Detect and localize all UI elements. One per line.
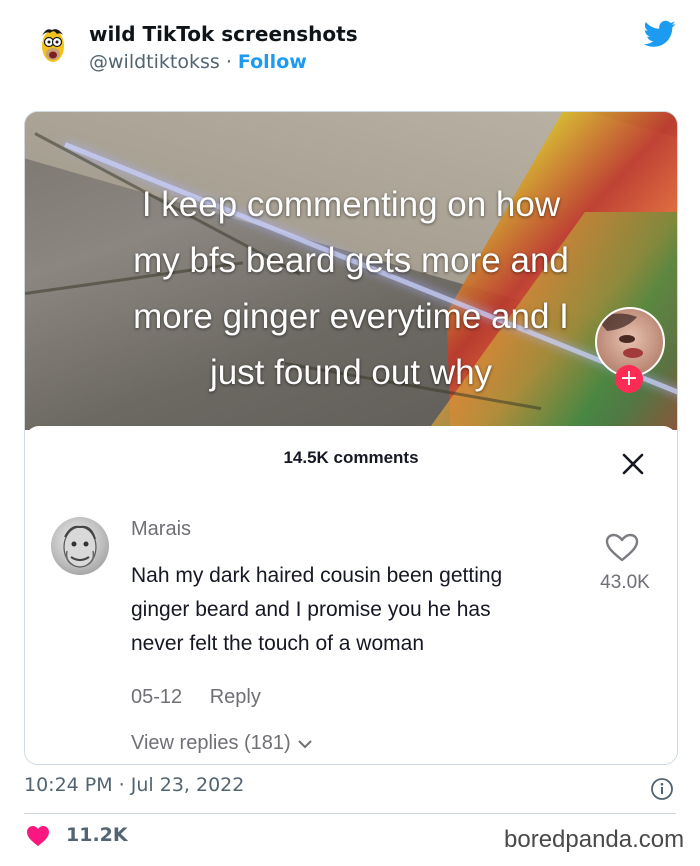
comment-line: never felt the touch of a woman: [131, 632, 425, 655]
author-name[interactable]: wild TikTok screenshots: [89, 22, 358, 46]
caption-line: my bfs beard gets more and: [133, 241, 569, 280]
follow-button[interactable]: Follow: [238, 51, 307, 73]
comment-line: ginger beard and I promise you he has: [131, 598, 491, 621]
commenter-avatar[interactable]: [51, 517, 109, 575]
view-replies-button[interactable]: View replies (181): [131, 732, 314, 755]
author-avatar[interactable]: [30, 24, 74, 68]
tiktok-screenshot-image[interactable]: I keep commenting on how my bfs beard ge…: [24, 111, 678, 765]
info-icon[interactable]: [650, 777, 674, 801]
like-heart-icon[interactable]: [26, 825, 50, 847]
comment-like-heart-icon[interactable]: [605, 533, 639, 563]
follow-plus-icon[interactable]: +: [615, 365, 643, 393]
tweet-card: wild TikTok screenshots @wildtiktokss · …: [0, 0, 700, 866]
tweet-timestamp[interactable]: 10:24 PM · Jul 23, 2022: [24, 774, 244, 796]
comment-like-count: 43.0K: [600, 572, 650, 593]
comment-text: Nah my dark haired cousin been getting g…: [131, 559, 571, 661]
caption-line: more ginger everytime and I: [133, 297, 569, 336]
view-replies-label: View replies (181): [131, 732, 291, 754]
twitter-bird-icon[interactable]: [643, 20, 676, 48]
video-background: I keep commenting on how my bfs beard ge…: [25, 112, 677, 430]
like-count[interactable]: 11.2K: [66, 824, 128, 846]
comments-panel: 14.5K comments Marais Nah my dark haired…: [25, 426, 677, 764]
caption-line: I keep commenting on how: [141, 185, 561, 224]
comment-date: 05-12: [131, 686, 183, 708]
footer-divider: [24, 813, 676, 814]
comments-count: 14.5K comments: [283, 448, 419, 467]
separator-dot: ·: [225, 51, 232, 73]
caption-line: just found out why: [209, 353, 493, 392]
author-handle-row: @wildtiktokss · Follow: [89, 51, 307, 73]
commenter-name[interactable]: Marais: [131, 518, 191, 541]
close-icon[interactable]: [619, 450, 647, 478]
author-handle[interactable]: @wildtiktokss: [89, 51, 220, 73]
comment-line: Nah my dark haired cousin been getting: [131, 564, 503, 587]
video-caption: I keep commenting on how my bfs beard ge…: [25, 177, 677, 401]
chevron-down-icon: [298, 740, 312, 749]
boredpanda-watermark: boredpanda.com: [504, 826, 685, 853]
comment-meta: 05-12 Reply: [131, 686, 261, 709]
reply-button[interactable]: Reply: [210, 686, 261, 708]
